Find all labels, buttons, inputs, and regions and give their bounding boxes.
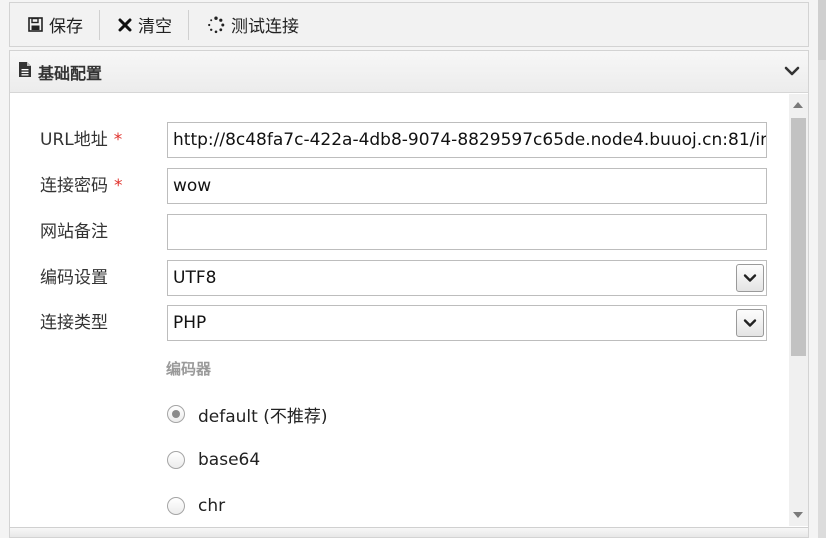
note-row: 网站备注 <box>10 214 788 250</box>
url-row: URL地址 * http://8c48fa7c-422a-4db8-9074-88… <box>10 122 788 158</box>
scroll-up-arrow-icon[interactable] <box>793 102 803 108</box>
radio-button[interactable] <box>167 497 185 515</box>
encoder-option-base64[interactable]: base64 <box>167 446 260 474</box>
scrollbar-thumb[interactable] <box>791 118 806 356</box>
radio-button[interactable] <box>167 451 185 469</box>
chevron-down-icon[interactable] <box>736 309 764 337</box>
url-label: URL地址 * <box>40 130 123 150</box>
encoding-value: UTF8 <box>173 268 217 288</box>
encoding-select[interactable]: UTF8 <box>167 260 767 296</box>
clear-button[interactable]: 清空 <box>100 3 188 46</box>
password-label: 连接密码 * <box>40 176 123 196</box>
chevron-down-icon[interactable] <box>736 264 764 292</box>
radio-selected-dot <box>172 410 180 418</box>
save-button[interactable]: 保存 <box>10 3 99 46</box>
next-panel-header[interactable] <box>10 527 808 537</box>
required-mark: * <box>113 130 123 150</box>
vertical-scrollbar[interactable] <box>789 94 808 526</box>
type-select[interactable]: PHP <box>167 305 767 341</box>
test-connection-label: 测试连接 <box>231 17 299 37</box>
password-input[interactable]: wow <box>167 168 767 204</box>
clear-label: 清空 <box>138 17 172 37</box>
outer-scrollbar-thumb[interactable] <box>818 0 826 60</box>
password-row: 连接密码 * wow <box>10 168 788 204</box>
panel-header[interactable]: 基础配置 <box>10 51 808 93</box>
url-input[interactable]: http://8c48fa7c-422a-4db8-9074-8829597c6… <box>167 122 767 158</box>
type-row: 连接类型 PHP <box>10 305 788 341</box>
radio-button[interactable] <box>167 405 185 423</box>
test-connection-button[interactable]: 测试连接 <box>189 3 315 46</box>
encoding-row: 编码设置 UTF8 <box>10 260 788 296</box>
panel-title: 基础配置 <box>38 63 103 83</box>
encoder-option-label: base64 <box>198 450 261 470</box>
scroll-down-arrow-icon[interactable] <box>793 512 803 518</box>
encoder-option-label: default (不推荐) <box>198 406 328 427</box>
required-mark: * <box>114 176 123 196</box>
save-label: 保存 <box>49 17 83 37</box>
close-icon <box>118 18 132 32</box>
type-value: PHP <box>173 313 207 333</box>
document-icon <box>18 61 32 82</box>
form-content: URL地址 * http://8c48fa7c-422a-4db8-9074-88… <box>10 94 788 526</box>
outer-scrollbar[interactable] <box>818 0 826 538</box>
floppy-disk-icon <box>28 17 43 32</box>
toolbar: 保存 清空 测试连接 <box>9 2 809 47</box>
window: 保存 清空 测试连接 基础配置 URL地址 * http://8c48fa7c-… <box>0 0 826 538</box>
encoder-option-chr[interactable]: chr <box>167 492 225 520</box>
note-input[interactable] <box>167 214 767 250</box>
encoder-option-label: chr <box>198 496 226 516</box>
note-label: 网站备注 <box>40 222 108 242</box>
basic-config-panel: 基础配置 URL地址 * http://8c48fa7c-422a-4db8-90… <box>9 50 809 538</box>
chevron-down-icon[interactable] <box>784 63 800 83</box>
encoding-label: 编码设置 <box>40 268 108 288</box>
encoder-option-default[interactable]: default (不推荐) <box>167 400 327 428</box>
type-label: 连接类型 <box>40 313 108 333</box>
encoder-heading: 编码器 <box>166 360 212 378</box>
spinner-icon <box>207 16 225 34</box>
